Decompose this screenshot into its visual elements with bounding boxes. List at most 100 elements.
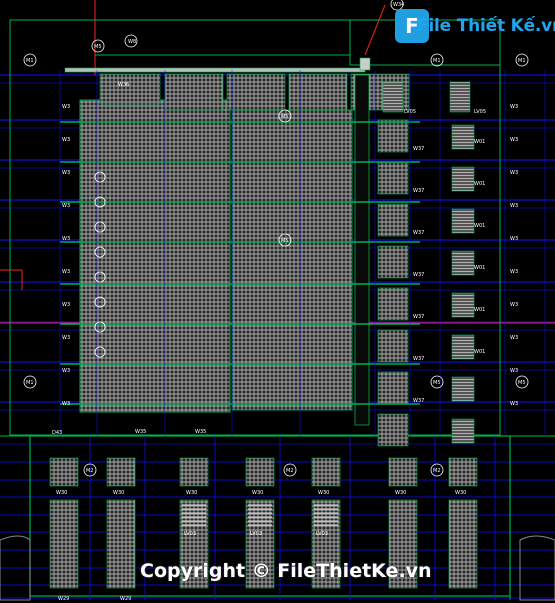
edge-window-label: W3 (62, 104, 70, 110)
podium-window-lower (448, 499, 478, 589)
callout-label: M5 (281, 114, 289, 120)
podium-window-label: W30 (395, 490, 406, 496)
right-window-label: W01 (474, 349, 485, 355)
window-w37 (377, 161, 409, 195)
podium-label: W35 (135, 429, 146, 435)
window-w01 (451, 376, 475, 402)
podium-window-upper (106, 457, 136, 487)
podium-window-lower (106, 499, 136, 589)
window-w37 (377, 371, 409, 405)
lower-louver-label: LV03 (250, 531, 262, 537)
podium-window-label: W30 (318, 490, 329, 496)
edge-window-label: W3 (510, 401, 518, 407)
edge-window-label: W3 (62, 368, 70, 374)
cad-drawing-viewport: W34 W8 LV05 LV05 W36 D43 W35 W35 LV03 LV03 LV03 W30… (0, 0, 555, 603)
window-w01 (451, 166, 475, 192)
right-window-label: W37 (413, 272, 424, 278)
window-w37 (377, 245, 409, 279)
copyright-text: Copyright © FileThietKe.vn (140, 560, 432, 582)
podium-window-upper (245, 457, 275, 487)
callout-label: M5 (433, 380, 441, 386)
edge-window-label: W3 (62, 302, 70, 308)
lower-louver-label: LV03 (184, 531, 196, 537)
callout-label: M1 (433, 58, 441, 64)
right-window-label: W37 (413, 230, 424, 236)
facade-mid-hatch (231, 109, 353, 411)
callout-label: M5 (281, 238, 289, 244)
callout-label: M2 (286, 468, 294, 474)
roof-panel (226, 73, 286, 111)
louver-label: LV05 (474, 109, 486, 115)
podium-label: D43 (52, 430, 62, 436)
podium-window-label: W30 (455, 490, 466, 496)
edge-window-label: W3 (510, 269, 518, 275)
right-window-label: W01 (474, 139, 485, 145)
edge-window-label: W3 (62, 335, 70, 341)
podium-window-label: W30 (252, 490, 263, 496)
right-window-label: W01 (474, 265, 485, 271)
right-window-label: W01 (474, 307, 485, 313)
window-w01 (451, 208, 475, 234)
right-window-label: W37 (413, 356, 424, 362)
louver-lv05 (382, 81, 404, 113)
podium-window-label: W30 (186, 490, 197, 496)
louver-lv05 (449, 81, 471, 113)
podium-window-upper (179, 457, 209, 487)
elevation-drawing: W34W8LV05 LV05W36D43 W35 W35LV03 LV03 LV03W30… (0, 0, 555, 602)
window-w37 (377, 203, 409, 237)
roof-panel (164, 73, 224, 111)
callout-label: M5 (518, 380, 526, 386)
edge-window-label: W3 (510, 302, 518, 308)
podium-window-upper (49, 457, 79, 487)
callout-label: M5 (94, 44, 102, 50)
roof-window-label: W36 (118, 82, 129, 88)
callout-label: M1 (518, 58, 526, 64)
window-w01 (451, 334, 475, 360)
podium-window-label: W30 (56, 490, 67, 496)
callout-label: M1 (26, 380, 34, 386)
logo-text: File Thiết Kế.vn (417, 16, 555, 36)
louver-label: LV05 (404, 109, 416, 115)
edge-window-label: W3 (510, 236, 518, 242)
edge-window-label: W3 (510, 170, 518, 176)
bottom-label: W29 (58, 596, 69, 602)
bottom-label: W29 (120, 596, 131, 602)
edge-window-label: W3 (62, 203, 70, 209)
podium-window-lower (49, 499, 79, 589)
right-window-label: W37 (413, 188, 424, 194)
edge-window-label: W3 (62, 170, 70, 176)
right-window-label: W01 (474, 181, 485, 187)
roof-panel (288, 73, 348, 111)
watermark-logo: F File Thiết Kế.vn (395, 9, 555, 45)
edge-window-label: W3 (510, 104, 518, 110)
edge-window-label: W3 (62, 269, 70, 275)
podium-window-upper (388, 457, 418, 487)
podium-window-label: W30 (113, 490, 124, 496)
window-w01 (451, 124, 475, 150)
callout-label: M1 (26, 58, 34, 64)
edge-window-label: W3 (510, 368, 518, 374)
roof-parapet (64, 67, 366, 73)
lower-louver-label: LV03 (316, 531, 328, 537)
edge-window-label: W3 (62, 137, 70, 143)
edge-window-label: W3 (510, 137, 518, 143)
right-window-label: W37 (413, 314, 424, 320)
roof-panel (99, 73, 161, 105)
window-w01 (451, 292, 475, 318)
window-w37 (377, 413, 409, 447)
callout-label: M2 (86, 468, 94, 474)
window-w37 (377, 287, 409, 321)
podium-window-upper (448, 457, 478, 487)
edge-window-label: W3 (62, 236, 70, 242)
window-w01 (451, 250, 475, 276)
right-window-label: W37 (413, 398, 424, 404)
podium-label: W35 (195, 429, 206, 435)
edge-window-label: W3 (510, 335, 518, 341)
window-w37 (377, 119, 409, 153)
leader-line (364, 4, 386, 56)
roof-marker-label: W8 (128, 39, 136, 45)
right-window-label: W37 (413, 146, 424, 152)
roof-vent (359, 57, 371, 71)
window-w01 (451, 418, 475, 444)
structural-column (354, 74, 370, 426)
